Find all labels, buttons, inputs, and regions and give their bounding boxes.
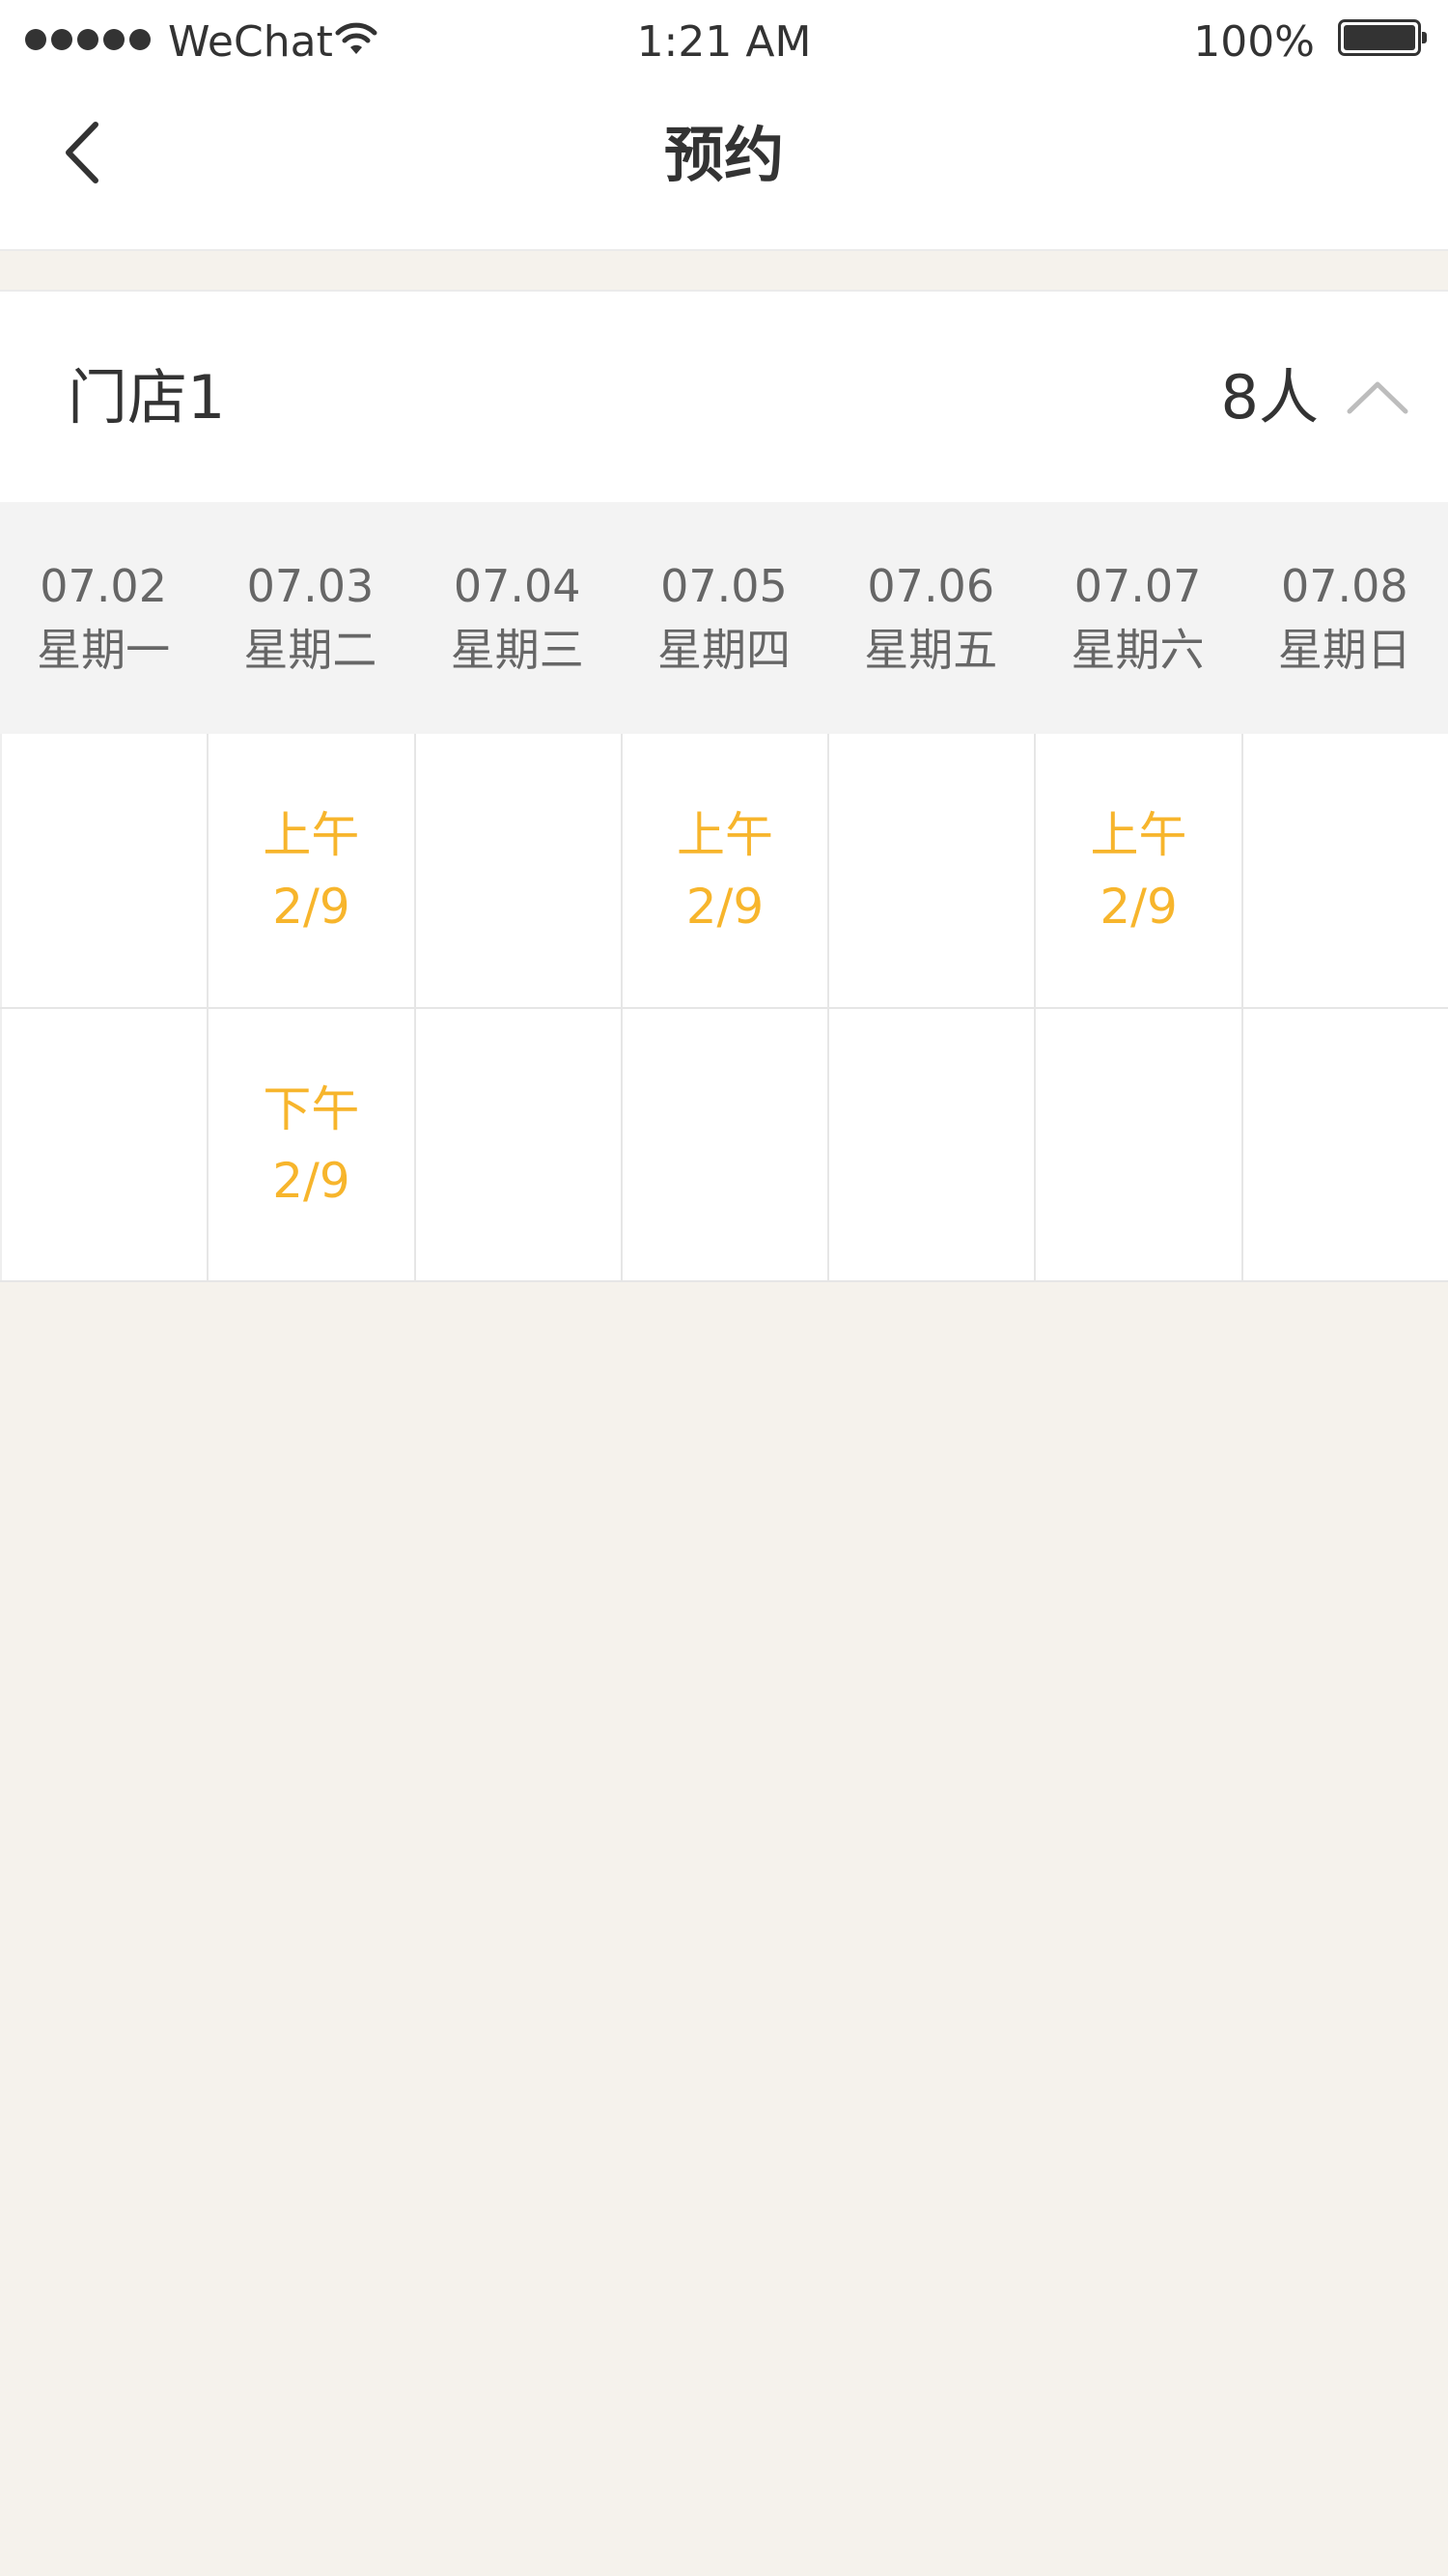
- day-weekday: 星期五: [864, 624, 998, 676]
- slot-cell[interactable]: 上午 2/9: [207, 734, 413, 1007]
- day-date: 07.06: [867, 560, 995, 612]
- day-weekday: 星期三: [450, 624, 584, 676]
- slot-cell[interactable]: 下午 2/9: [207, 1009, 413, 1280]
- day-header[interactable]: 07.05 星期四: [621, 502, 827, 734]
- day-weekday: 星期六: [1071, 624, 1205, 676]
- morning-row: 上午 2/9 上午 2/9 上午 2/9: [0, 734, 1448, 1007]
- day-weekday: 星期一: [37, 624, 171, 676]
- slot-cell[interactable]: [413, 1009, 621, 1280]
- navigation-bar: 预约: [0, 85, 1448, 251]
- day-date: 07.03: [246, 560, 375, 612]
- slot-cell[interactable]: [827, 1009, 1034, 1280]
- day-header[interactable]: 07.02 星期一: [0, 502, 207, 734]
- slot-period: 上午: [263, 806, 360, 863]
- day-date: 07.05: [660, 560, 788, 612]
- day-header[interactable]: 07.04 星期三: [414, 502, 621, 734]
- slot-count: 2/9: [1100, 878, 1178, 935]
- day-weekday: 星期四: [656, 624, 791, 676]
- day-weekday: 星期日: [1277, 624, 1411, 676]
- slot-period: 上午: [676, 806, 773, 863]
- slot-cell[interactable]: 上午 2/9: [620, 734, 827, 1007]
- slot-cell[interactable]: [0, 734, 207, 1007]
- day-header[interactable]: 07.03 星期二: [207, 502, 413, 734]
- status-bar: WeChat 1:21 AM 100%: [0, 0, 1448, 85]
- slot-cell[interactable]: [620, 1009, 827, 1280]
- slot-cell[interactable]: [1034, 1009, 1240, 1280]
- slot-cell[interactable]: [0, 1009, 207, 1280]
- day-date: 07.02: [40, 560, 167, 612]
- slot-count: 2/9: [272, 878, 350, 935]
- slot-period: 下午: [263, 1080, 360, 1137]
- slot-period: 上午: [1090, 806, 1187, 863]
- people-count: 8人: [1220, 362, 1319, 433]
- date-header-row: 07.02 星期一 07.03 星期二 07.04 星期三 07.05 星期四 …: [0, 502, 1448, 734]
- day-weekday: 星期二: [243, 624, 377, 676]
- day-header[interactable]: 07.08 星期日: [1241, 502, 1448, 734]
- page-title: 预约: [663, 120, 784, 190]
- chevron-up-icon[interactable]: [1344, 365, 1411, 433]
- slot-cell[interactable]: [1240, 734, 1448, 1007]
- store-name: 门店1: [68, 362, 226, 433]
- booking-grid: 上午 2/9 上午 2/9 上午 2/9 下午 2/9: [0, 734, 1448, 1282]
- slot-cell[interactable]: [413, 734, 621, 1007]
- slot-cell[interactable]: [1240, 1009, 1448, 1280]
- day-date: 07.04: [453, 560, 581, 612]
- day-header[interactable]: 07.06 星期五: [827, 502, 1034, 734]
- day-header[interactable]: 07.07 星期六: [1034, 502, 1240, 734]
- battery-icon: [1338, 19, 1427, 56]
- slot-cell[interactable]: 上午 2/9: [1034, 734, 1240, 1007]
- slot-cell[interactable]: [827, 734, 1034, 1007]
- store-header[interactable]: 门店1 8人: [0, 290, 1448, 504]
- battery-fill: [1344, 25, 1415, 50]
- day-date: 07.07: [1073, 560, 1202, 612]
- slot-count: 2/9: [272, 1152, 350, 1209]
- afternoon-row: 下午 2/9: [0, 1007, 1448, 1280]
- slot-count: 2/9: [685, 878, 765, 935]
- battery-percent: 100%: [1193, 17, 1315, 67]
- day-date: 07.08: [1280, 560, 1408, 612]
